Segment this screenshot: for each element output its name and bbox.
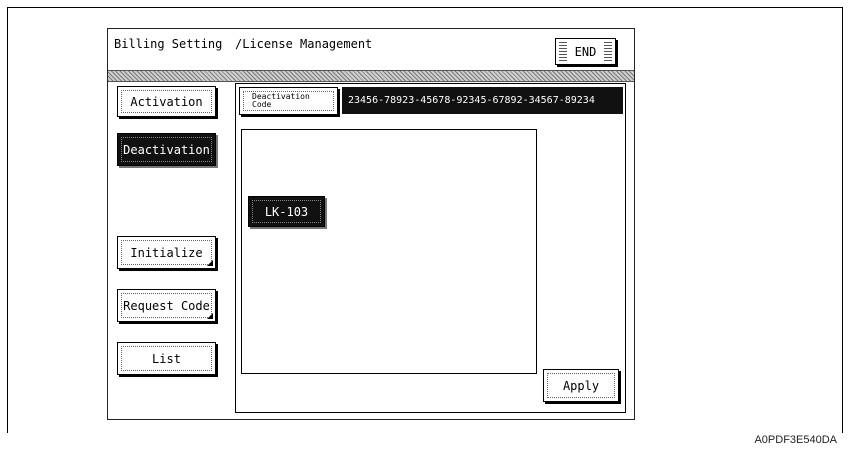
initialize-button-label: Initialize	[121, 240, 212, 265]
license-panel: Deactivation Code 23456-78923-45678-9234…	[235, 83, 626, 413]
license-item-label: LK-103	[252, 200, 321, 223]
initialize-button[interactable]: Initialize	[117, 236, 216, 269]
end-button-hatch-right	[604, 42, 612, 61]
activation-button[interactable]: Activation	[117, 86, 216, 117]
license-list: LK-103	[241, 129, 537, 374]
header-divider	[108, 70, 634, 82]
apply-button[interactable]: Apply	[543, 369, 619, 402]
screen-title: Billing Setting	[114, 37, 223, 51]
request-code-button[interactable]: Request Code	[117, 289, 216, 322]
figure-code: A0PDF3E540DA	[754, 434, 837, 446]
license-management-screen: Billing Setting /License Management END …	[107, 28, 635, 420]
deactivation-code-button[interactable]: Deactivation Code	[239, 87, 338, 115]
corner-arrow-icon	[207, 313, 213, 319]
list-button[interactable]: List	[117, 342, 216, 375]
deactivation-code-label-line2: Code	[252, 100, 272, 109]
corner-arrow-icon	[207, 260, 213, 266]
deactivation-code-display: 23456-78923-45678-92345-67892-34567-8923…	[342, 87, 623, 114]
request-code-button-label: Request Code	[121, 293, 212, 318]
list-button-label: List	[121, 346, 212, 371]
deactivation-button-label: Deactivation	[121, 137, 212, 162]
deactivation-button[interactable]: Deactivation	[117, 133, 216, 166]
screen-subtitle: /License Management	[235, 37, 373, 51]
activation-button-label: Activation	[121, 90, 212, 113]
deactivation-code-button-label: Deactivation Code	[243, 91, 334, 111]
apply-button-label: Apply	[547, 373, 615, 398]
end-button[interactable]: END	[555, 38, 616, 65]
license-item-lk-103[interactable]: LK-103	[248, 196, 325, 227]
